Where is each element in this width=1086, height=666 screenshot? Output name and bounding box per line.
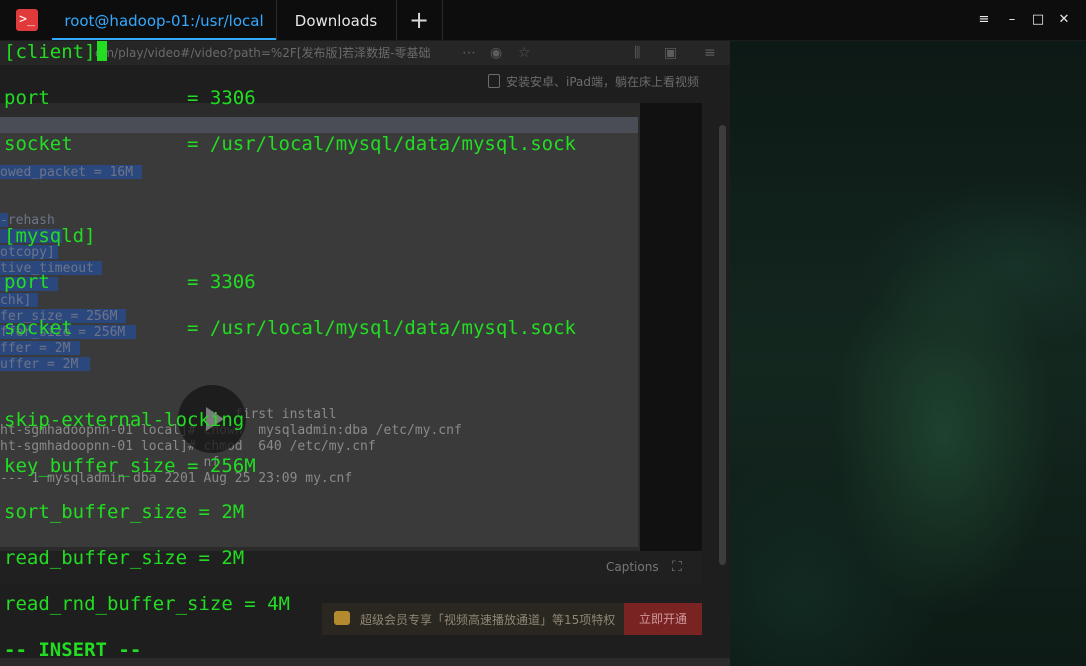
video-text-line: ffer = 2M [0, 341, 71, 356]
add-tab-button[interactable]: + [396, 0, 443, 40]
maximize-button[interactable]: □ [1028, 10, 1048, 30]
desktop-wallpaper [730, 0, 1086, 666]
terminal-app-icon[interactable]: >_ [16, 9, 38, 31]
background-url-text: om/play/video#/video?path=%2F[发布版]若泽数据-零… [95, 46, 431, 60]
background-url-bar: om/play/video#/video?path=%2F[发布版]若泽数据-零… [0, 41, 730, 65]
terminal-titlebar: >_ root@hadoop-01:/usr/local Downloads +… [0, 0, 1086, 41]
maximize-icon: □ [1031, 12, 1045, 27]
sidebar-icon: ▣ [664, 45, 678, 61]
terminal-line: [client] [4, 41, 107, 63]
captions-label: Captions [606, 560, 659, 574]
terminal-line: skip-external-locking [4, 409, 245, 431]
terminal-line: [mysqld] [4, 225, 96, 247]
terminal-line: read_buffer_size = 2M [4, 547, 245, 569]
more-icon: ⋯ [462, 45, 476, 61]
close-button[interactable]: ✕ [1054, 10, 1074, 30]
terminal-line: port = 3306 [4, 87, 256, 109]
hint-text: 安装安卓、iPad端，躺在床上看视频 [506, 75, 700, 89]
minimize-icon: – [1008, 12, 1016, 27]
video-text-line: otcopy] [0, 245, 55, 260]
pocket-icon: ◉ [490, 45, 503, 61]
menu-button[interactable]: ≡ [974, 10, 994, 30]
background-hint: 安装安卓、iPad端，躺在床上看视频 [488, 73, 699, 90]
tab-label: root@hadoop-01:/usr/local [64, 12, 264, 30]
terminal-line: read_rnd_buffer_size = 4M [4, 593, 290, 615]
terminal-line: port = 3306 [4, 271, 256, 293]
terminal-cursor [96, 41, 107, 61]
tab-root-hadoop[interactable]: root@hadoop-01:/usr/local [52, 0, 277, 40]
terminal-line: sort_buffer_size = 2M [4, 501, 245, 523]
tablet-icon [488, 74, 500, 88]
vim-mode-indicator: -- INSERT -- [4, 639, 142, 661]
terminal-line: socket = /usr/local/mysql/data/mysql.soc… [4, 133, 576, 155]
terminal-line: key_buffer_size = 256M [4, 455, 256, 477]
crown-icon [334, 611, 350, 625]
vip-open-button: 立即开通 [624, 603, 702, 635]
plus-icon: + [408, 6, 430, 34]
library-icon: ⫼ [634, 45, 641, 61]
fullscreen-icon: ⛶ [672, 559, 682, 575]
tab-downloads[interactable]: Downloads [276, 0, 397, 40]
hamburger-icon: ≡ [978, 12, 990, 27]
minimize-button[interactable]: – [1002, 10, 1022, 30]
vip-promo-bar: 超级会员专享「视频高速播放通道」等15项特权 立即开通 [322, 603, 702, 635]
terminal-line: socket = /usr/local/mysql/data/mysql.soc… [4, 317, 576, 339]
background-scrollbar [719, 125, 726, 565]
hamburger-icon: ≡ [704, 45, 716, 61]
close-icon: ✕ [1058, 12, 1070, 27]
terminal-pane[interactable]: om/play/video#/video?path=%2F[发布版]若泽数据-零… [0, 41, 730, 666]
vip-promo-text: 超级会员专享「视频高速播放通道」等15项特权 [360, 613, 616, 627]
video-text-line: owed_packet = 16M [0, 165, 134, 180]
tab-label: Downloads [294, 12, 378, 30]
video-text-line: chk] [0, 293, 32, 308]
video-letterbox [640, 103, 702, 583]
video-app-menubar [0, 117, 638, 133]
bookmark-star-icon: ☆ [518, 45, 531, 61]
video-text-line: uffer = 2M [0, 357, 79, 372]
